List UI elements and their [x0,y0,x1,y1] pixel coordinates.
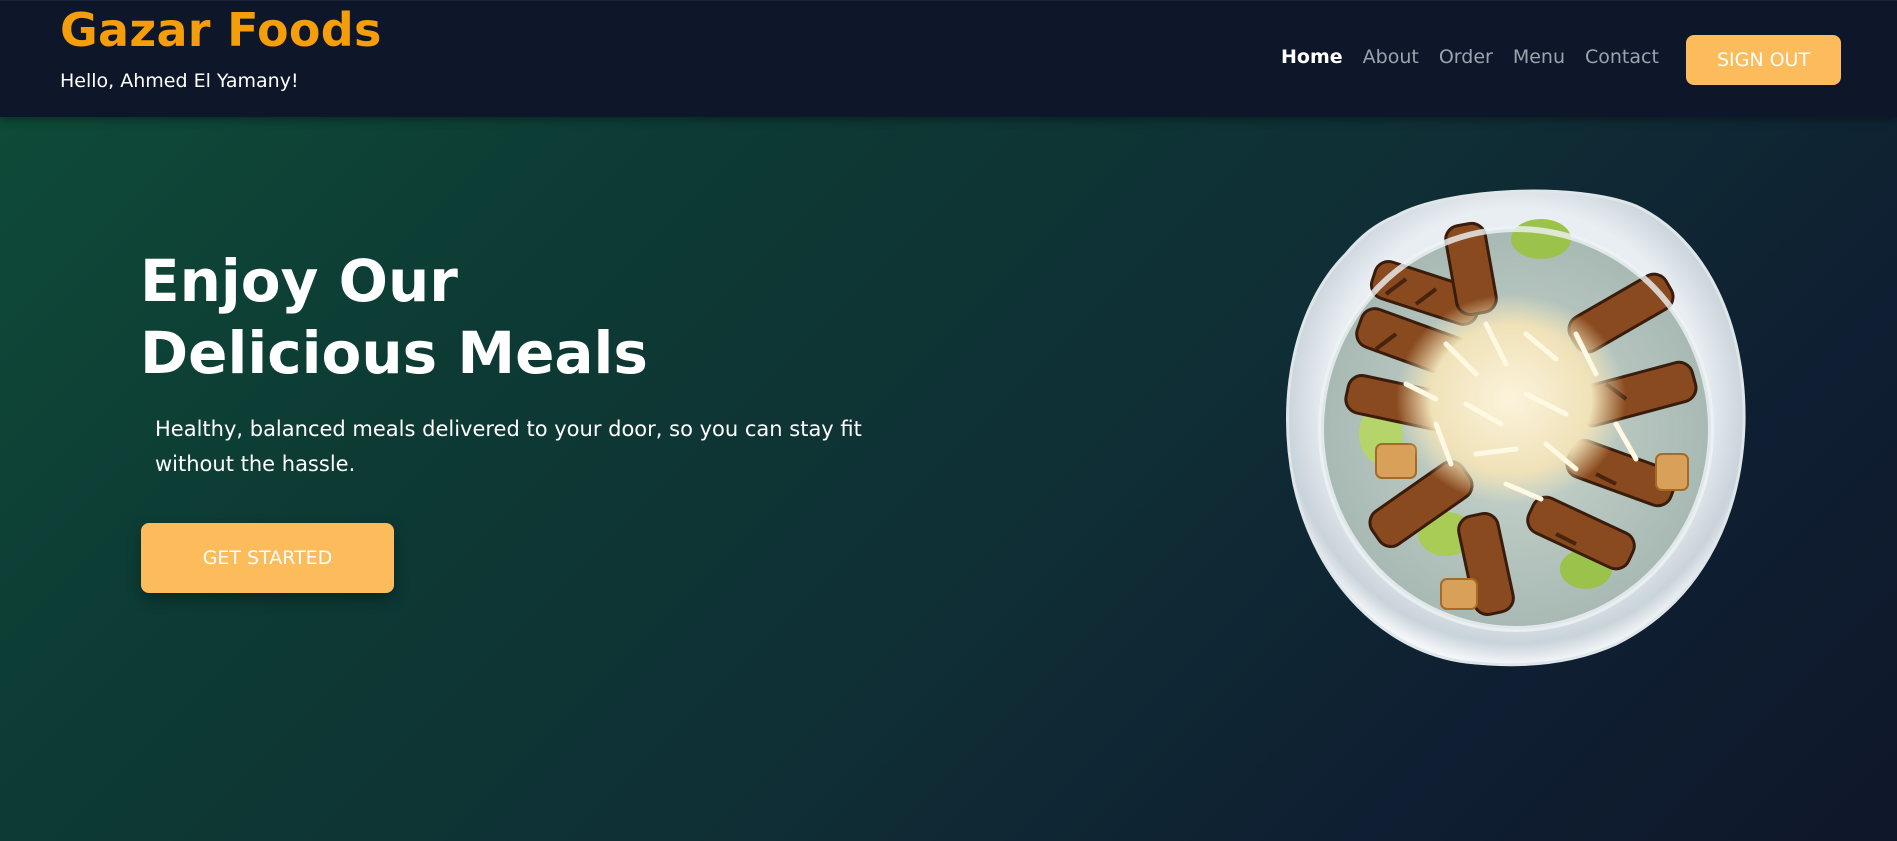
sign-out-button[interactable]: SIGN OUT [1686,35,1841,85]
hero-section: Enjoy Our Delicious Meals Healthy, balan… [0,117,1897,841]
nav-home[interactable]: Home [1281,46,1343,68]
nav-contact[interactable]: Contact [1585,46,1659,68]
hero-subtitle: Healthy, balanced meals delivered to you… [155,417,862,476]
hero-title-line-2: Delicious Meals [140,319,648,387]
main-nav: Home About Order Menu Contact [1281,46,1659,68]
site-header: Gazar Foods Hello, Ahmed El Yamany! Home… [0,0,1897,117]
user-greeting: Hello, Ahmed El Yamany! [60,70,299,92]
hero-title-line-1: Enjoy Our [140,247,458,315]
nav-menu[interactable]: Menu [1513,46,1565,68]
nav-order[interactable]: Order [1439,46,1493,68]
brand-logo[interactable]: Gazar Foods [60,3,382,57]
salad-bowl-image [1286,189,1746,667]
hero-title: Enjoy Our Delicious Meals [140,245,648,389]
get-started-button[interactable]: GET STARTED [141,523,394,593]
nav-about[interactable]: About [1363,46,1419,68]
